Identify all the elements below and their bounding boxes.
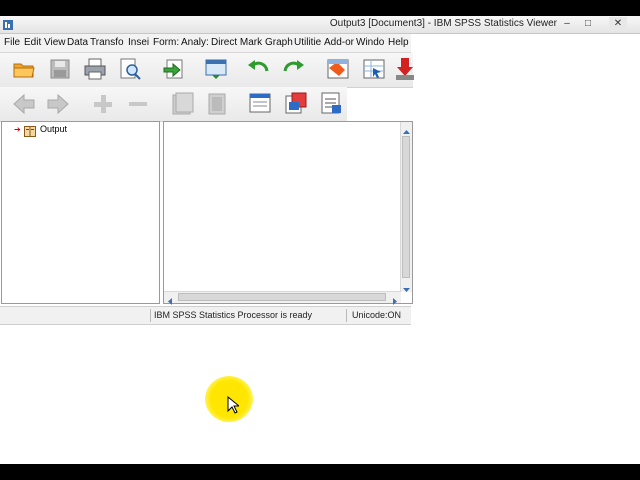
output-book-icon (24, 124, 36, 137)
collapse-icon[interactable] (125, 91, 151, 117)
screen-bottom-border (0, 464, 640, 480)
spss-app-icon (2, 18, 14, 30)
redo-icon[interactable] (281, 56, 307, 82)
menu-data[interactable]: Data (67, 37, 88, 48)
selected-node-arrow-icon: ➔ (14, 125, 21, 134)
menu-view[interactable]: View (44, 37, 66, 48)
scroll-left-icon[interactable] (166, 293, 175, 305)
insert-heading-icon[interactable] (247, 90, 273, 116)
menu-graphs[interactable]: Graph (265, 37, 293, 48)
window-title: Output3 [Document3] - IBM SPSS Statistic… (329, 18, 557, 29)
goto-data-icon[interactable] (325, 56, 351, 82)
outline-pane[interactable]: ➔ Output (1, 121, 160, 304)
scroll-up-icon[interactable] (402, 124, 411, 134)
vertical-scrollbar[interactable] (400, 122, 412, 292)
print-icon[interactable] (82, 56, 108, 82)
print-preview-icon[interactable] (117, 56, 143, 82)
expand-icon[interactable] (90, 91, 116, 117)
status-processor-text: IBM SPSS Statistics Processor is ready (154, 310, 313, 320)
menu-help[interactable]: Help (388, 37, 409, 48)
open-icon[interactable] (11, 56, 37, 82)
export-icon[interactable] (161, 56, 187, 82)
status-separator (346, 309, 347, 322)
screen-top-border (0, 0, 640, 16)
hide-icon[interactable] (204, 91, 230, 117)
menu-bar: File Edit View Data Transfo Insei Form: … (0, 34, 411, 53)
menu-analyze[interactable]: Analy: (181, 37, 209, 48)
show-icon[interactable] (169, 91, 195, 117)
minimize-button[interactable]: – (558, 17, 576, 31)
menu-direct-marketing[interactable]: Direct Mark (211, 37, 262, 48)
goto-variable-icon[interactable] (361, 56, 387, 82)
menu-transform[interactable]: Transfo (90, 37, 124, 48)
pane-splitter[interactable]: ⋮ (160, 205, 168, 219)
mouse-pointer-icon (227, 395, 241, 414)
menu-add-ons[interactable]: Add-or (324, 37, 354, 48)
scroll-down-icon[interactable] (402, 281, 411, 292)
scroll-right-icon[interactable] (390, 293, 399, 305)
title-bar: Output3 [Document3] - IBM SPSS Statistic… (0, 16, 640, 34)
menu-format[interactable]: Form: (153, 37, 179, 48)
insert-output-icon[interactable] (393, 56, 419, 82)
recall-dialog-icon[interactable] (203, 56, 229, 82)
vertical-scroll-thumb[interactable] (402, 136, 410, 278)
promote-icon[interactable] (11, 91, 37, 117)
insert-text-icon[interactable] (318, 90, 344, 116)
status-bar: IBM SPSS Statistics Processor is ready U… (0, 306, 411, 325)
undo-icon[interactable] (245, 56, 271, 82)
menu-utilities[interactable]: Utilitie (294, 37, 321, 48)
status-separator (150, 309, 151, 322)
main-toolbar (0, 53, 414, 88)
content-pane[interactable] (163, 121, 413, 305)
outline-root-label: Output (40, 124, 68, 134)
status-unicode-text: Unicode:ON (352, 310, 402, 320)
outline-toolbar (0, 87, 347, 122)
menu-file[interactable]: File (4, 37, 20, 48)
menu-window[interactable]: Windo (356, 37, 384, 48)
demote-icon[interactable] (45, 91, 71, 117)
insert-title-icon[interactable] (283, 90, 309, 116)
horizontal-scrollbar[interactable] (164, 291, 401, 305)
save-icon[interactable] (47, 56, 73, 82)
horizontal-scroll-thumb[interactable] (178, 293, 386, 301)
maximize-button[interactable]: □ (579, 17, 597, 31)
close-button[interactable]: ✕ (609, 17, 627, 31)
menu-edit[interactable]: Edit (24, 37, 41, 48)
menu-insert[interactable]: Insei (128, 37, 149, 48)
